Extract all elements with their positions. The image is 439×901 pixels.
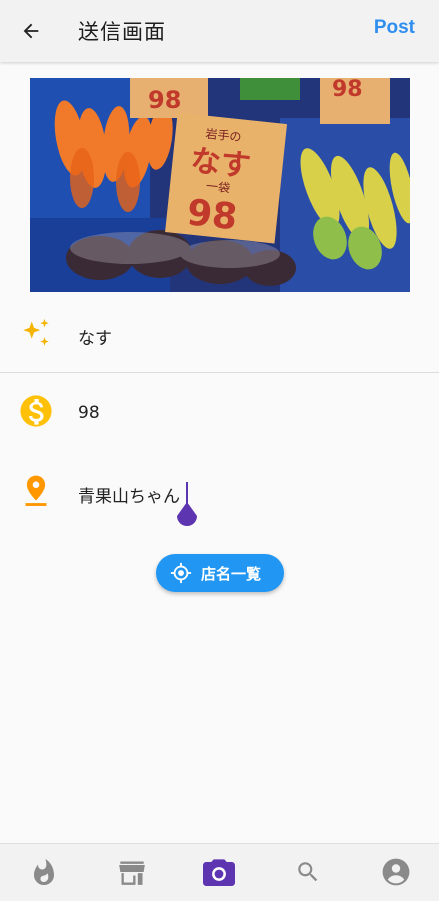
price-field[interactable]: 98: [78, 403, 100, 423]
text-cursor: [186, 482, 188, 504]
product-photo: 98 岩手の なす 一袋 98 98: [30, 78, 410, 292]
sign-right-price: 98: [332, 78, 363, 102]
arrow-left-icon: [23, 23, 39, 39]
gps-target-icon: [170, 562, 192, 584]
shop-list-button[interactable]: 店名一覧: [156, 554, 284, 592]
cursor-handle-icon[interactable]: [175, 502, 199, 530]
location-pin-icon: [18, 472, 54, 508]
sign-top-price: 98: [148, 86, 181, 114]
sign-center-price: 98: [185, 192, 239, 238]
price-row[interactable]: 98: [0, 373, 439, 451]
nav-camera-icon[interactable]: [203, 856, 235, 888]
bottom-navigation: [0, 843, 439, 901]
item-name-row[interactable]: なす: [0, 294, 439, 372]
post-button[interactable]: Post: [374, 17, 415, 39]
item-name-field[interactable]: なす: [78, 324, 112, 349]
nav-store-icon[interactable]: [116, 856, 148, 888]
sparkle-icon: [18, 315, 54, 351]
sign-item-text: なす: [189, 143, 252, 184]
nav-search-icon[interactable]: [292, 856, 324, 888]
shop-name-field[interactable]: 青果山ちゃん: [78, 482, 180, 507]
shop-list-label: 店名一覧: [201, 564, 262, 583]
dollar-circle-icon: [18, 393, 54, 429]
vegetable-stand-image: 98 岩手の なす 一袋 98 98: [30, 78, 410, 292]
back-button[interactable]: [14, 14, 48, 48]
nav-account-icon[interactable]: [380, 856, 412, 888]
nav-fire-icon[interactable]: [28, 856, 60, 888]
app-bar: 送信画面 Post: [0, 0, 439, 62]
page-title: 送信画面: [78, 20, 166, 44]
sign-unit-text: 一袋: [205, 179, 230, 195]
shop-name-row[interactable]: 青果山ちゃん: [0, 452, 439, 530]
